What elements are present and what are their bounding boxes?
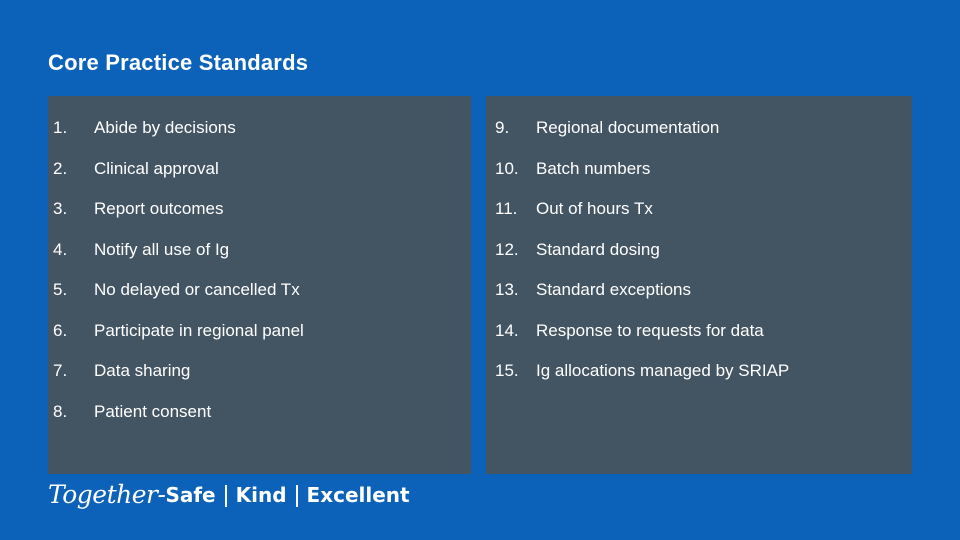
list-item: 11. Out of hours Tx (486, 189, 912, 230)
logo-separator-icon (295, 485, 298, 507)
list-item-number: 11. (495, 199, 518, 218)
list-item: 14. Response to requests for data (486, 311, 912, 352)
logo-value-kind: Kind (235, 483, 287, 507)
list-item: 9. Regional documentation (486, 108, 912, 149)
standards-list-right: 9. Regional documentation 10. Batch numb… (486, 108, 912, 392)
list-item-number: 5. (53, 280, 68, 299)
list-item-label: Batch numbers (536, 158, 651, 178)
list-item-number: 4. (53, 239, 68, 259)
standards-list-left: 1. Abide by decisions 2. Clinical approv… (48, 108, 471, 432)
list-item-number: 1. (53, 118, 68, 137)
list-item-label: Data sharing (94, 361, 191, 380)
list-item-label: Ig allocations managed by SRIAP (536, 361, 790, 380)
list-item: 7. Data sharing (48, 351, 471, 392)
page-title: Core Practice Standards (48, 50, 309, 75)
list-item: 1. Abide by decisions (48, 108, 471, 149)
list-item-number: 10. (495, 158, 519, 178)
list-item: 2. Clinical approval (48, 149, 471, 190)
list-item-number: 9. (495, 118, 510, 137)
logo-separator-icon (224, 485, 227, 507)
standards-panel-right: 9. Regional documentation 10. Batch numb… (486, 96, 912, 474)
list-item-label: Standard exceptions (536, 280, 691, 299)
list-item-label: Notify all use of Ig (94, 239, 230, 259)
list-item-number: 12. (495, 239, 519, 259)
list-item-number: 8. (53, 401, 68, 421)
list-item: 6. Participate in regional panel (48, 311, 471, 352)
list-item-number: 6. (53, 320, 68, 340)
list-item-number: 15. (495, 361, 519, 380)
logo-value-safe: Safe (165, 483, 216, 507)
list-item: 10. Batch numbers (486, 149, 912, 190)
logo-value-excellent: Excellent (306, 483, 410, 507)
footer-logo: Together- Safe Kind Excellent (48, 479, 410, 511)
list-item-number: 14. (495, 320, 519, 340)
standards-panel-left: 1. Abide by decisions 2. Clinical approv… (48, 96, 471, 474)
list-item-label: Clinical approval (94, 158, 219, 178)
list-item: 12. Standard dosing (486, 230, 912, 271)
slide-canvas: Core Practice Standards 1. Abide by deci… (0, 0, 960, 540)
list-item: 15. Ig allocations managed by SRIAP (486, 351, 912, 392)
list-item-label: No delayed or cancelled Tx (94, 280, 300, 299)
list-item-label: Patient consent (94, 401, 212, 421)
list-item: 3. Report outcomes (48, 189, 471, 230)
list-item-number: 13. (495, 280, 519, 299)
list-item-label: Out of hours Tx (536, 199, 653, 218)
logo-script-word: Together- (48, 479, 166, 509)
list-item-label: Regional documentation (536, 118, 720, 137)
list-item-label: Standard dosing (536, 239, 660, 259)
list-item-number: 7. (53, 361, 68, 380)
standards-panels: 1. Abide by decisions 2. Clinical approv… (48, 96, 912, 474)
list-item-number: 3. (53, 199, 68, 218)
list-item: 13. Standard exceptions (486, 270, 912, 311)
list-item-label: Abide by decisions (94, 118, 236, 137)
list-item-label: Response to requests for data (536, 320, 764, 340)
list-item: 5. No delayed or cancelled Tx (48, 270, 471, 311)
list-item: 8. Patient consent (48, 392, 471, 433)
list-item-number: 2. (53, 158, 68, 178)
list-item-label: Participate in regional panel (94, 320, 304, 340)
list-item-label: Report outcomes (94, 199, 224, 218)
list-item: 4. Notify all use of Ig (48, 230, 471, 271)
